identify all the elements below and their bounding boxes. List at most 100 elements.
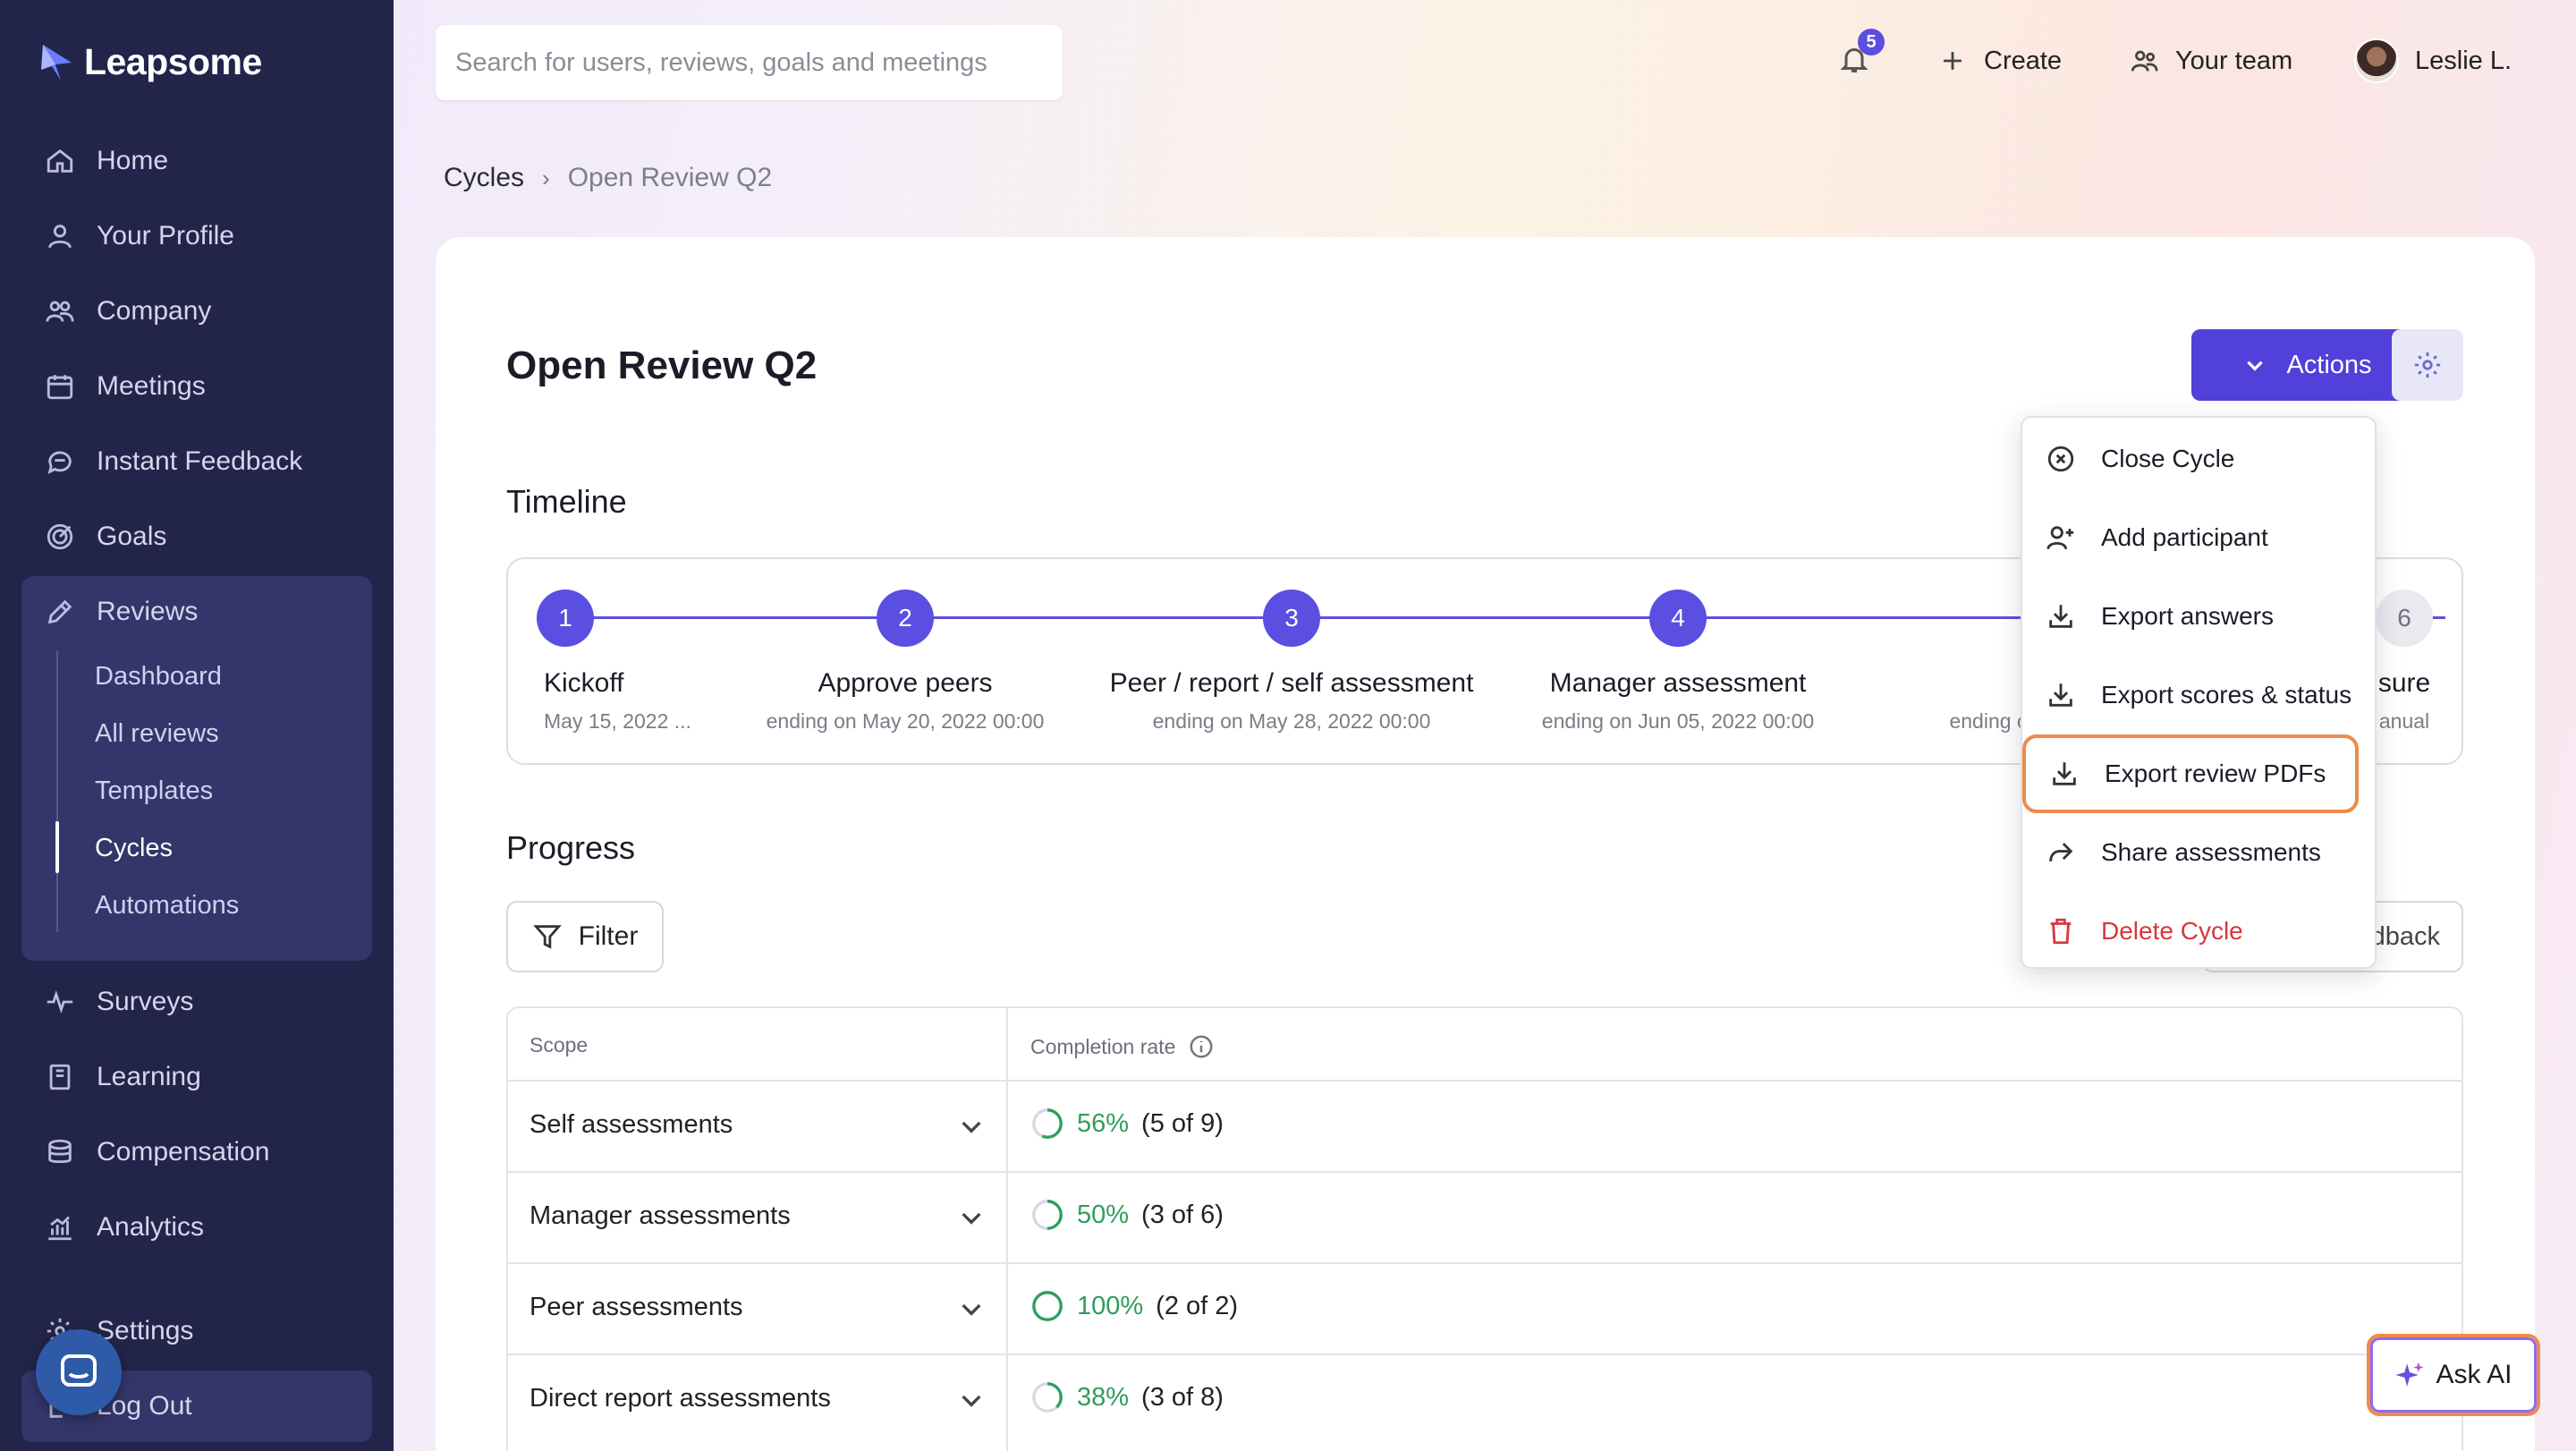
chevron-down-icon[interactable]	[957, 1386, 986, 1414]
timeline-step-6[interactable]: 6	[2376, 590, 2433, 647]
menu-item-export-scores[interactable]: Export scores & status	[2022, 656, 2375, 734]
close-circle-icon	[2047, 445, 2074, 472]
timeline-step-date: May 15, 2022 ...	[544, 709, 691, 733]
sidebar-item-company[interactable]: Company	[45, 284, 211, 338]
progress-ring-icon	[1032, 1108, 1063, 1139]
sparkle-icon	[2395, 1362, 2425, 1387]
sidebar-item-label: Goals	[97, 522, 167, 551]
completion-count: (5 of 9)	[1141, 1108, 1224, 1138]
sidebar-item-profile[interactable]: Your Profile	[45, 209, 234, 263]
progress-table: Scope Completion rate Self assessments 5…	[506, 1006, 2463, 1451]
sidebar-subitem-templates[interactable]: Templates	[95, 771, 213, 810]
completion-rate: 50% (3 of 6)	[1030, 1198, 1224, 1232]
menu-item-export-review-pdfs[interactable]: Export review PDFs	[2022, 734, 2359, 813]
menu-item-share-assessments[interactable]: Share assessments	[2022, 813, 2375, 892]
table-header: Scope Completion rate	[508, 1008, 2462, 1082]
user-menu[interactable]: Leslie L.	[2354, 38, 2512, 83]
breadcrumb-cycles-link[interactable]: Cycles	[444, 163, 524, 193]
actions-button[interactable]: Actions	[2191, 329, 2424, 401]
completion-rate-label: Completion rate	[1030, 1034, 1176, 1058]
sidebar-item-surveys[interactable]: Surveys	[45, 975, 193, 1029]
sidebar-item-compensation[interactable]: Compensation	[45, 1125, 269, 1179]
timeline-step-1[interactable]: 1	[537, 590, 594, 647]
actions-label: Actions	[2286, 350, 2372, 379]
actions-menu: Close Cycle Add participant Export answe…	[2021, 416, 2377, 969]
menu-item-add-participant[interactable]: Add participant	[2022, 498, 2375, 577]
create-button[interactable]: Create	[1937, 39, 2062, 82]
timeline-step-title: Manager assessment	[1549, 668, 1807, 698]
book-icon	[49, 1064, 71, 1090]
sidebar-item-analytics[interactable]: Analytics	[45, 1201, 204, 1254]
chevron-down-icon[interactable]	[957, 1112, 986, 1141]
sidebar-item-label: Reviews	[97, 597, 199, 626]
table-row[interactable]: Manager assessments 50% (3 of 6)	[508, 1173, 2462, 1264]
chevron-down-icon[interactable]	[957, 1294, 986, 1323]
brand-logo[interactable]: Leapsome	[39, 41, 262, 83]
menu-item-label: Export answers	[2101, 602, 2274, 630]
menu-item-delete-cycle[interactable]: Delete Cycle	[2022, 892, 2375, 971]
row-scope: Self assessments	[530, 1110, 733, 1139]
timeline-step-3[interactable]: 3	[1263, 590, 1320, 647]
menu-item-label: Share assessments	[2101, 838, 2321, 866]
progress-ring-icon	[1032, 1382, 1063, 1413]
share-icon	[2049, 843, 2073, 862]
your-team-button[interactable]: Your team	[2129, 39, 2292, 82]
sidebar-item-learning[interactable]: Learning	[45, 1050, 201, 1104]
filter-button[interactable]: Filter	[506, 901, 664, 972]
feedback-label: dback	[2370, 921, 2440, 951]
ask-ai-button[interactable]: Ask AI	[2367, 1334, 2540, 1416]
page-title: Open Review Q2	[506, 344, 818, 387]
table-row[interactable]: Direct report assessments 38% (3 of 8)	[508, 1355, 2462, 1447]
menu-item-close-cycle[interactable]: Close Cycle	[2022, 420, 2375, 498]
progress-heading: Progress	[506, 829, 636, 866]
sidebar-item-reviews[interactable]: Reviews	[45, 585, 198, 639]
team-icon	[2131, 50, 2158, 72]
sidebar-item-label: Compensation	[97, 1137, 270, 1167]
sidebar-item-meetings[interactable]: Meetings	[45, 360, 206, 413]
completion-percent: 50%	[1077, 1200, 1130, 1229]
column-header-completion: Completion rate	[1030, 1033, 1215, 1060]
sidebar-item-label: Meetings	[97, 371, 206, 401]
menu-item-label: Delete Cycle	[2101, 917, 2243, 945]
table-row[interactable]: Self assessments 56% (5 of 9)	[508, 1082, 2462, 1173]
progress-ring-fill	[1032, 1291, 1063, 1321]
chat-icon	[47, 451, 72, 474]
chevron-down-icon[interactable]	[957, 1203, 986, 1232]
sidebar-subitem-dashboard[interactable]: Dashboard	[95, 657, 222, 696]
menu-item-label: Add participant	[2101, 523, 2268, 551]
sidebar-item-label: Your Profile	[97, 221, 234, 250]
global-search	[436, 25, 1063, 100]
search-input[interactable]	[455, 47, 1043, 78]
ask-ai-label: Ask AI	[2436, 1360, 2512, 1389]
pulse-icon	[47, 990, 73, 1014]
user-name: Leslie L.	[2415, 46, 2512, 75]
sidebar-item-instant-feedback[interactable]: Instant Feedback	[45, 435, 302, 488]
sidebar-item-label: Learning	[97, 1062, 201, 1091]
timeline-step-title: Peer / report / self assessment	[1109, 668, 1474, 698]
filter-label: Filter	[578, 921, 639, 951]
sidebar-item-home[interactable]: Home	[45, 134, 168, 188]
completion-rate: 100% (2 of 2)	[1030, 1289, 1238, 1323]
notifications-button[interactable]: 5	[1838, 29, 1885, 82]
timeline-step-title: sure	[2377, 668, 2431, 698]
sidebar-item-label: Company	[97, 296, 212, 326]
table-row[interactable]: Peer assessments 100% (2 of 2)	[508, 1264, 2462, 1355]
completion-count: (3 of 6)	[1141, 1200, 1224, 1229]
sidebar: Leapsome Home Your Profile Company Meeti…	[0, 0, 394, 1451]
sidebar-subitem-all-reviews[interactable]: All reviews	[95, 714, 219, 753]
info-icon[interactable]	[1188, 1033, 1215, 1060]
support-chat-button[interactable]	[36, 1329, 122, 1415]
download-icon	[2049, 605, 2072, 628]
sidebar-item-goals[interactable]: Goals	[45, 510, 166, 564]
cycle-settings-button[interactable]	[2392, 329, 2463, 401]
timeline-step-2[interactable]: 2	[877, 590, 934, 647]
sidebar-item-label: Instant Feedback	[97, 446, 303, 476]
sidebar-subitem-automations[interactable]: Automations	[95, 886, 239, 925]
sidebar-subitem-cycles[interactable]: Cycles	[95, 828, 173, 868]
timeline-step-4[interactable]: 4	[1649, 590, 1707, 647]
row-scope: Direct report assessments	[530, 1384, 831, 1413]
sidebar-item-label: Settings	[97, 1316, 194, 1345]
progress-ring-icon	[1032, 1291, 1063, 1321]
menu-item-export-answers[interactable]: Export answers	[2022, 577, 2375, 656]
plus-icon	[1944, 52, 1962, 70]
